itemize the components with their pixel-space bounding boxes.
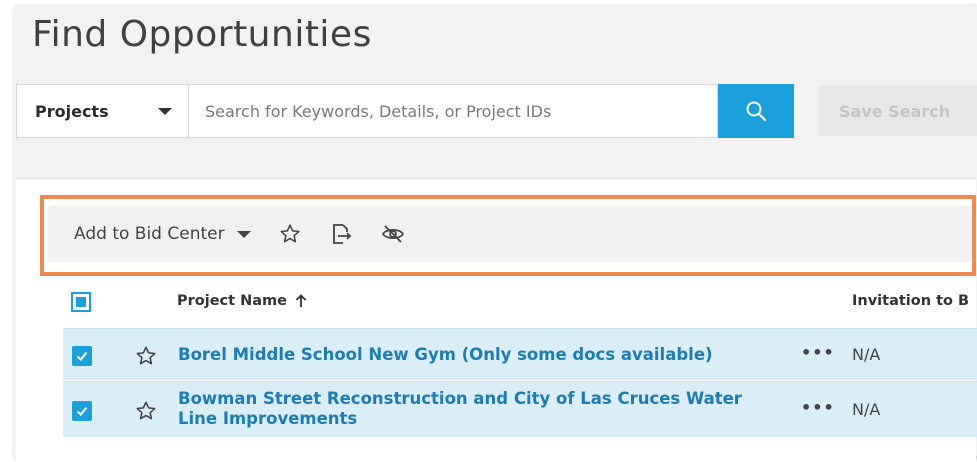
project-name-link[interactable]: Borel Middle School New Gym (Only some d… xyxy=(178,345,778,365)
favorite-star-icon[interactable] xyxy=(135,345,157,371)
column-project-name[interactable]: Project Name xyxy=(177,293,309,309)
table-row: Borel Middle School New Gym (Only some d… xyxy=(63,328,977,380)
search-type-select[interactable]: Projects xyxy=(16,84,188,138)
invitation-value: N/A xyxy=(852,400,881,419)
sort-ascending-icon xyxy=(295,294,307,307)
caret-down-icon xyxy=(236,230,251,238)
page-title: Find Opportunities xyxy=(32,14,372,55)
search-icon xyxy=(746,101,767,122)
row-checkbox[interactable] xyxy=(72,401,92,421)
column-project-name-label: Project Name xyxy=(177,293,287,309)
row-checkbox[interactable] xyxy=(72,346,92,366)
search-bar: Projects xyxy=(16,84,794,138)
table-header: Project Name Invitation to B xyxy=(63,286,977,326)
add-to-bid-center-label: Add to Bid Center xyxy=(74,224,225,244)
more-actions-button[interactable]: ••• xyxy=(801,343,835,362)
add-to-bid-center-dropdown[interactable]: Add to Bid Center xyxy=(74,224,251,244)
hide-icon[interactable] xyxy=(381,222,405,246)
search-input[interactable] xyxy=(188,84,718,138)
favorite-star-icon[interactable] xyxy=(135,400,157,426)
bulk-actions-toolbar: Add to Bid Center xyxy=(48,206,977,262)
select-all-checkbox[interactable] xyxy=(71,292,91,312)
star-icon[interactable] xyxy=(279,223,301,245)
more-actions-button[interactable]: ••• xyxy=(801,398,835,417)
project-name-link[interactable]: Bowman Street Reconstruction and City of… xyxy=(178,389,778,429)
search-button[interactable] xyxy=(718,84,794,138)
table-row: Bowman Street Reconstruction and City of… xyxy=(63,381,977,437)
export-icon[interactable] xyxy=(329,222,353,246)
checkmark-icon xyxy=(76,406,88,416)
checkmark-icon xyxy=(76,351,88,361)
search-type-label: Projects xyxy=(35,101,109,121)
save-search-button[interactable]: Save Search xyxy=(819,86,977,136)
column-invitation[interactable]: Invitation to B xyxy=(852,293,969,309)
chevron-down-icon xyxy=(158,107,172,115)
invitation-value: N/A xyxy=(852,345,881,364)
